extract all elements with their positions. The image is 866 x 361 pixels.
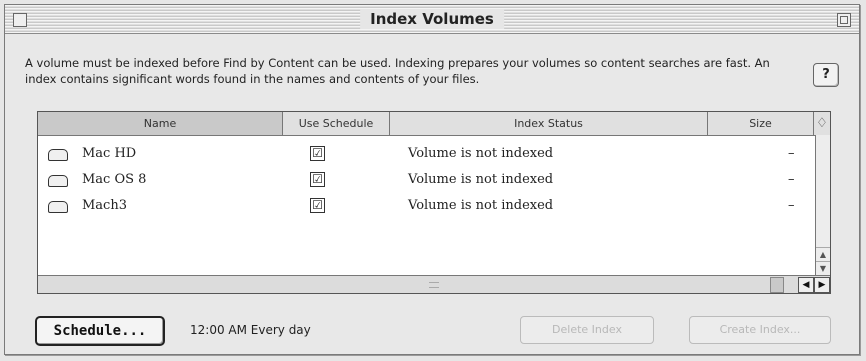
column-header-use-schedule[interactable]: Use Schedule [283,112,390,135]
table-row[interactable]: Mac OS 8 ☑ Volume is not indexed – [38,167,814,193]
create-index-button[interactable]: Create Index... [689,316,831,344]
disk-icon [48,149,68,161]
list-header: Name Use Schedule Index Status Size ♢ [38,112,830,136]
table-row[interactable]: Mach3 ☑ Volume is not indexed – [38,193,814,219]
sort-direction-icon[interactable]: ♢ [814,112,830,135]
zoom-box[interactable] [837,13,851,27]
horizontal-scrollbar[interactable]: ◀ ▶ [38,275,830,293]
disk-icon [48,175,68,187]
index-volumes-window: Index Volumes A volume must be indexed b… [4,4,860,355]
vertical-scrollbar[interactable]: ▲ ▼ [815,135,830,276]
help-button[interactable]: ? [813,63,839,87]
delete-index-button[interactable]: Delete Index [520,316,654,344]
use-schedule-checkbox[interactable]: ☑ [310,172,325,187]
index-status: Volume is not indexed [408,146,554,161]
volume-size: – [788,172,795,187]
scroll-left-arrow-icon[interactable]: ◀ [798,277,814,293]
volume-list: Name Use Schedule Index Status Size ♢ Ma… [37,111,831,294]
scroll-grip-icon [429,282,439,288]
schedule-time-text: 12:00 AM Every day [190,323,311,337]
schedule-button[interactable]: Schedule... [35,316,165,346]
scroll-right-arrow-icon[interactable]: ▶ [814,277,830,293]
volume-size: – [788,146,795,161]
index-status: Volume is not indexed [408,198,554,213]
scroll-down-arrow-icon[interactable]: ▼ [816,261,830,276]
use-schedule-checkbox[interactable]: ☑ [310,146,325,161]
description-text: A volume must be indexed before Find by … [25,56,770,86]
volume-name: Mac HD [82,146,137,161]
close-box[interactable] [13,13,27,27]
index-status: Volume is not indexed [408,172,554,187]
column-header-size[interactable]: Size [708,112,814,135]
table-row[interactable]: Mac HD ☑ Volume is not indexed – [38,141,814,167]
volume-name: Mach3 [82,198,127,213]
disk-icon [48,201,68,213]
column-header-index-status[interactable]: Index Status [390,112,708,135]
volume-size: – [788,198,795,213]
use-schedule-checkbox[interactable]: ☑ [310,198,325,213]
size-box[interactable] [770,277,784,293]
title-bar[interactable]: Index Volumes [5,5,859,34]
scroll-up-arrow-icon[interactable]: ▲ [816,247,830,262]
window-title: Index Volumes [360,9,504,29]
volume-name: Mac OS 8 [82,172,147,187]
column-header-name[interactable]: Name [38,112,283,135]
